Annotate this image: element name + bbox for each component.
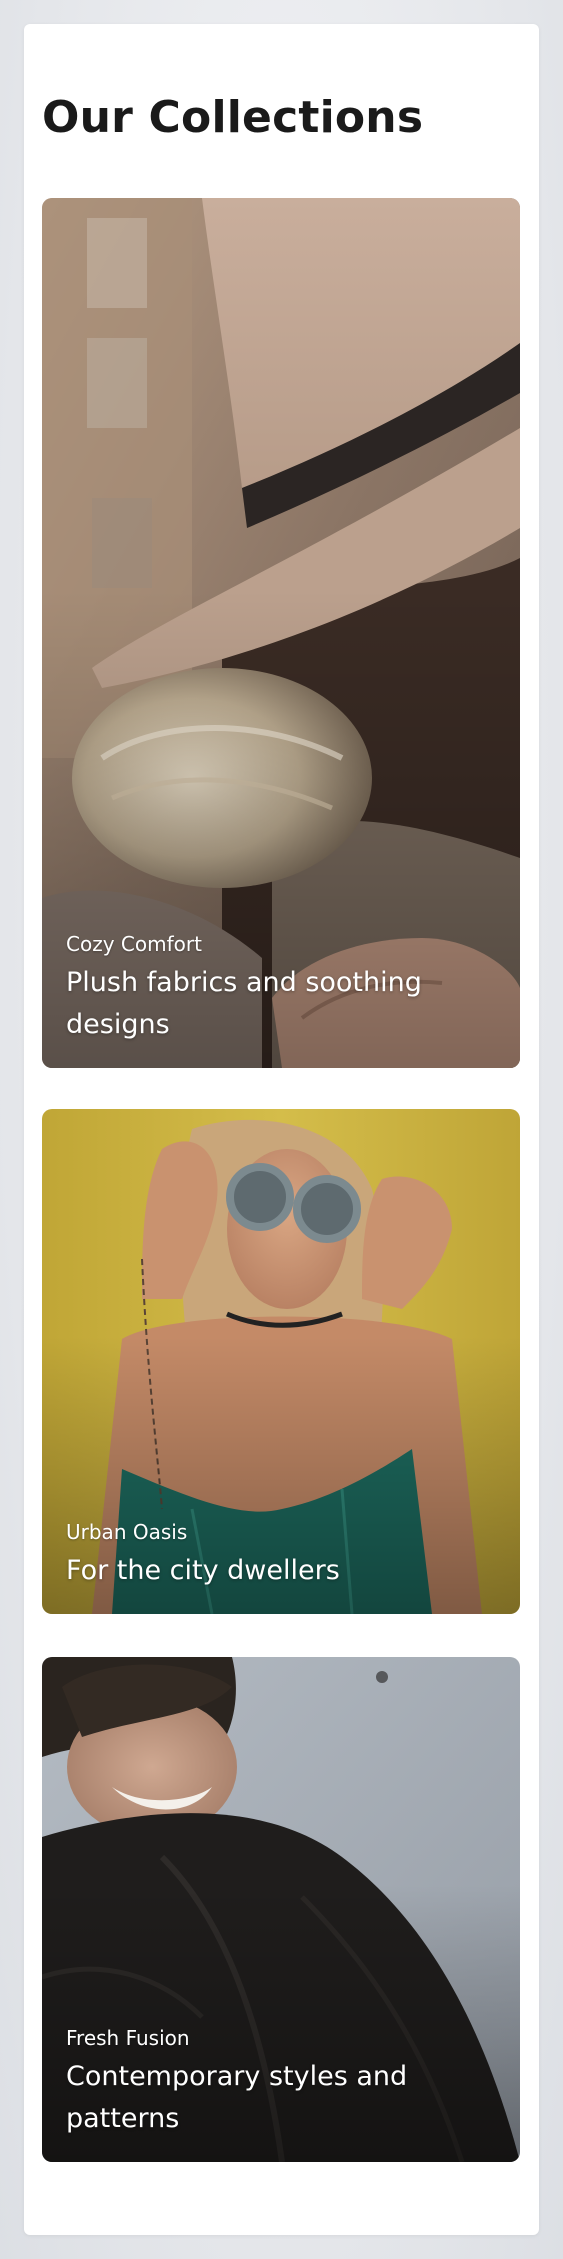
card-eyebrow: Urban Oasis (66, 1520, 188, 1544)
card-caption: Cozy Comfort Plush fabrics and soothing … (66, 932, 496, 1046)
collection-card-urban-oasis[interactable]: Urban Oasis For the city dwellers (42, 1109, 520, 1614)
card-caption: Fresh Fusion Contemporary styles and pat… (66, 2026, 496, 2140)
card-caption: Urban Oasis For the city dwellers (66, 1520, 496, 1592)
card-eyebrow: Cozy Comfort (66, 932, 202, 956)
card-eyebrow: Fresh Fusion (66, 2026, 190, 2050)
card-headline: For the city dwellers (66, 1555, 340, 1586)
collections-panel: Our Collections Cozy Comfort Plush fabri… (24, 24, 539, 2235)
page-title: Our Collections (42, 92, 424, 143)
collection-card-cozy-comfort[interactable]: Cozy Comfort Plush fabrics and soothing … (42, 198, 520, 1068)
collection-card-fresh-fusion[interactable]: Fresh Fusion Contemporary styles and pat… (42, 1657, 520, 2162)
card-headline: Contemporary styles and patterns (66, 2061, 408, 2134)
card-headline: Plush fabrics and soothing designs (66, 967, 422, 1040)
